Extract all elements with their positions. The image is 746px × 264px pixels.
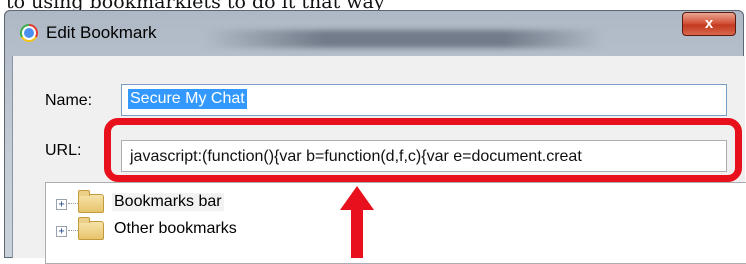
title-bar[interactable]: Edit Bookmark x: [4, 10, 744, 56]
tree-connector: [68, 230, 78, 231]
expand-icon[interactable]: +: [56, 199, 67, 210]
close-button[interactable]: x: [682, 12, 736, 36]
dialog-title: Edit Bookmark: [46, 23, 157, 42]
expand-icon[interactable]: +: [56, 226, 67, 237]
name-field[interactable]: Secure My Chat: [121, 84, 727, 116]
red-up-arrow-icon: [340, 186, 374, 258]
title-bar-glass: [204, 30, 604, 48]
tree-item-label: Bookmarks bar: [112, 193, 224, 211]
red-highlight-box: [104, 118, 742, 182]
tree-item-other-bookmarks[interactable]: + Other bookmarks: [46, 217, 366, 244]
name-value: Secure My Chat: [128, 89, 247, 109]
tree-connector: [68, 203, 78, 204]
url-label: URL:: [45, 142, 82, 159]
chrome-logo-icon: [20, 24, 38, 42]
folder-icon: [78, 217, 104, 240]
tree-item-bookmarks-bar[interactable]: + Bookmarks bar: [46, 190, 366, 217]
folder-tree[interactable]: + Bookmarks bar + Other bookmarks: [45, 182, 746, 264]
tree-item-label: Other bookmarks: [114, 220, 237, 237]
name-label: Name:: [45, 92, 93, 109]
folder-open-icon: [78, 190, 104, 213]
